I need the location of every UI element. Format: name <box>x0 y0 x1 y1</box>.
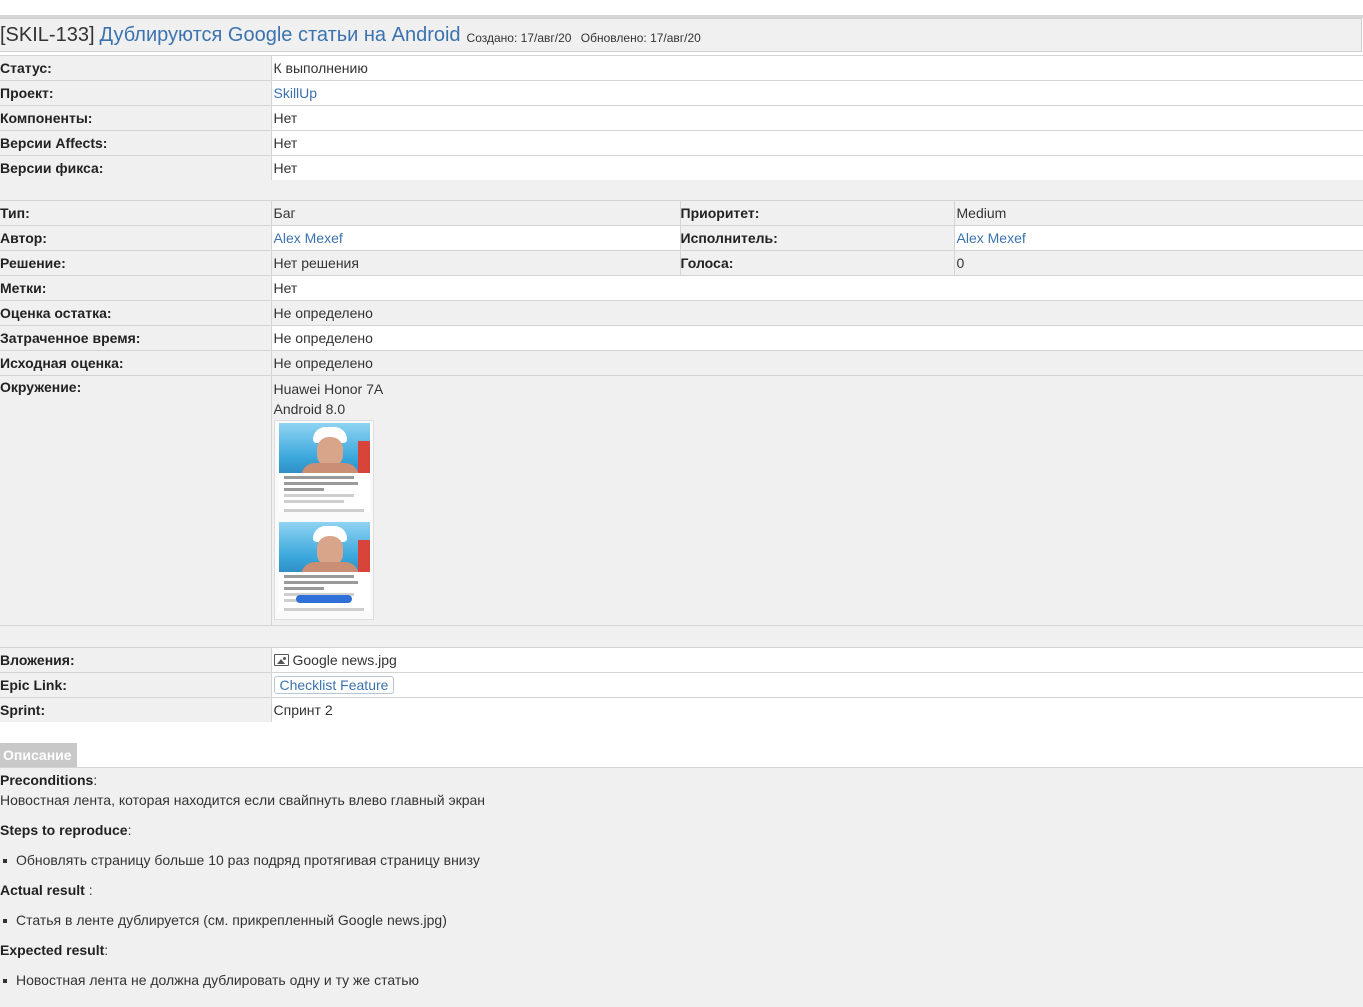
section-spacer <box>0 626 1363 647</box>
field-row-attachments: Вложения: Google news.jpg <box>0 647 1363 673</box>
fix-versions-value: Нет <box>270 155 1363 181</box>
field-row-environment: Окружение: Huawei Honor 7A Android 8.0 <box>0 375 1363 626</box>
assignee-link[interactable]: Alex Mexef <box>957 230 1026 246</box>
field-label: Версии фикса: <box>0 155 272 181</box>
field-row-project: Проект: SkillUp <box>0 80 1363 106</box>
field-row-remaining-estimate: Оценка остатка: Не определено <box>0 300 1363 326</box>
field-label: Оценка остатка: <box>0 300 272 326</box>
updated-label: Обновлено: <box>580 31 647 45</box>
field-row-labels: Метки: Нет <box>0 275 1363 301</box>
actual-result-list: Статья в ленте дублируется (см. прикрепл… <box>0 910 1363 930</box>
field-row-status: Статус: К выполнению <box>0 55 1363 81</box>
field-label: Тип: <box>0 200 272 226</box>
screenshot-thumbnail[interactable] <box>273 420 374 620</box>
field-label: Метки: <box>0 275 272 301</box>
votes-value: 0 <box>953 250 1363 276</box>
field-label: Затраченное время: <box>0 325 272 351</box>
issue-header: [SKIL-133] Дублируются Google статьи на … <box>0 18 1362 52</box>
remaining-estimate-value: Не определено <box>270 300 1363 326</box>
status-value: К выполнению <box>270 55 1363 81</box>
priority-value: Medium <box>953 200 1363 226</box>
field-row-fix-versions: Версии фикса: Нет <box>0 155 1363 181</box>
type-value: Баг <box>270 200 681 226</box>
environment-value: Huawei Honor 7A Android 8.0 <box>270 375 1363 626</box>
section-spacer <box>0 722 1363 743</box>
field-label: Окружение: <box>0 375 272 626</box>
steps-list: Обновлять страницу больше 10 раз подряд … <box>0 850 1363 870</box>
components-value: Нет <box>270 105 1363 131</box>
field-label: Исходная оценка: <box>0 350 272 376</box>
sprint-value: Спринт 2 <box>270 697 1363 723</box>
field-label: Компоненты: <box>0 105 272 131</box>
news-card-thumbnail <box>278 423 370 512</box>
image-icon <box>273 654 289 666</box>
field-label: Исполнитель: <box>679 225 955 251</box>
preconditions-text: Новостная лента, которая находится если … <box>0 792 486 808</box>
author-link[interactable]: Alex Mexef <box>274 230 343 246</box>
details-table: Тип: Баг Приоритет: Medium Автор: Alex M… <box>0 200 1363 626</box>
field-label: Версии Affects: <box>0 130 272 156</box>
environment-device: Huawei Honor 7A <box>273 381 384 397</box>
updated-date: 17/авг/20 <box>650 31 701 45</box>
field-label: Проект: <box>0 80 272 106</box>
field-row-sprint: Sprint: Спринт 2 <box>0 697 1363 723</box>
list-item: Новостная лента не должна дублировать од… <box>0 970 1363 990</box>
attachment-link[interactable]: Google news.jpg <box>293 652 397 668</box>
expected-result-heading: Expected result: <box>0 942 109 958</box>
description-tab[interactable]: Описание <box>0 743 77 767</box>
original-estimate-value: Не определено <box>270 350 1363 376</box>
expected-result-list: Новостная лента не должна дублировать од… <box>0 970 1363 990</box>
extra-fields-table: Вложения: Google news.jpg Epic Link: Che… <box>0 647 1363 723</box>
summary-fields-table: Статус: К выполнению Проект: SkillUp Ком… <box>0 55 1363 181</box>
affects-versions-value: Нет <box>270 130 1363 156</box>
environment-os: Android 8.0 <box>273 401 346 417</box>
section-spacer <box>0 180 1363 200</box>
issue-dates: Создано: 17/авг/20 Обновлено: 17/авг/20 <box>467 31 701 45</box>
issue-title-link[interactable]: Дублируются Google статьи на Android <box>100 24 461 47</box>
time-spent-value: Не определено <box>270 325 1363 351</box>
list-item: Обновлять страницу больше 10 раз подряд … <box>0 850 1363 870</box>
field-label: Голоса: <box>679 250 955 276</box>
field-label: Приоритет: <box>679 200 955 226</box>
created-date: 17/авг/20 <box>520 31 572 45</box>
field-row-original-estimate: Исходная оценка: Не определено <box>0 350 1363 376</box>
field-row-affects-versions: Версии Affects: Нет <box>0 130 1363 156</box>
description-panel: Preconditions: Новостная лента, которая … <box>0 767 1363 1007</box>
refresh-pill-thumbnail <box>295 595 352 603</box>
field-row-people: Автор: Alex Mexef Исполнитель: Alex Mexe… <box>0 225 1363 251</box>
field-row-time-spent: Затраченное время: Не определено <box>0 325 1363 351</box>
field-row-components: Компоненты: Нет <box>0 105 1363 131</box>
preconditions-heading: Preconditions: <box>0 772 98 788</box>
field-row-type: Тип: Баг Приоритет: Medium <box>0 200 1363 226</box>
list-item: Статья в ленте дублируется (см. прикрепл… <box>0 910 1363 930</box>
field-label: Epic Link: <box>0 672 272 698</box>
field-label: Автор: <box>0 225 272 251</box>
field-label: Статус: <box>0 55 272 81</box>
field-row-epic-link: Epic Link: Checklist Feature <box>0 672 1363 698</box>
steps-heading: Steps to reproduce: <box>0 822 132 838</box>
issue-key: [SKIL-133] <box>0 23 95 46</box>
field-label: Вложения: <box>0 647 272 673</box>
project-link[interactable]: SkillUp <box>274 85 318 101</box>
resolution-value: Нет решения <box>270 250 681 276</box>
labels-value: Нет <box>270 275 1363 301</box>
field-row-resolution: Решение: Нет решения Голоса: 0 <box>0 250 1363 276</box>
epic-link-lozenge[interactable]: Checklist Feature <box>273 676 395 694</box>
created-label: Создано: <box>466 31 518 45</box>
field-label: Решение: <box>0 250 272 276</box>
field-label: Sprint: <box>0 697 272 723</box>
actual-result-heading: Actual result : <box>0 882 93 898</box>
